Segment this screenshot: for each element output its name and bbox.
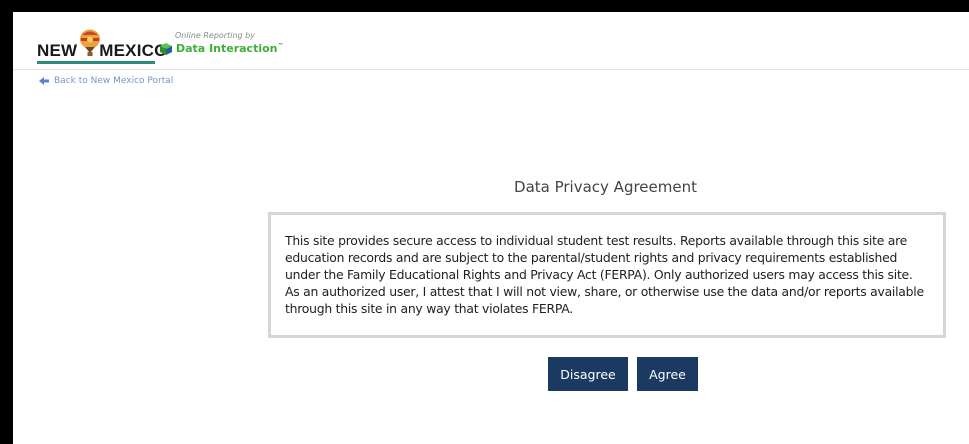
agree-button[interactable]: Agree [637,357,698,391]
new-mexico-logo[interactable]: NEW MEXICO Online Reporting by Data Inter… [37,29,284,64]
agreement-title: Data Privacy Agreement [514,178,697,196]
vendor-name: Data Interaction™ [176,42,284,55]
trademark: ™ [277,42,284,50]
cube-icon [160,43,172,55]
agreement-box: This site provides secure access to indi… [268,212,946,338]
vendor-name-text: Data Interaction [176,42,278,55]
vendor-tagline: Online Reporting by [175,31,255,40]
state-word-new: NEW [37,41,78,60]
back-link-label: Back to New Mexico Portal [54,76,174,86]
agreement-body: This site provides secure access to indi… [285,233,924,316]
page-frame: NEW MEXICO Online Reporting by Data Inter… [13,12,969,444]
data-interaction-brand: Online Reporting by Data Interaction™ [159,31,284,59]
back-to-portal-link[interactable]: Back to New Mexico Portal [39,76,173,86]
agreement-actions: Disagree Agree [268,357,946,391]
header: NEW MEXICO Online Reporting by Data Inter… [13,12,969,70]
disagree-button[interactable]: Disagree [548,357,628,391]
zia-balloon-icon [80,29,100,56]
arrow-left-icon [39,77,49,85]
state-word-mexico: MEXICO [99,41,168,60]
state-wordmark-underline [37,61,155,64]
